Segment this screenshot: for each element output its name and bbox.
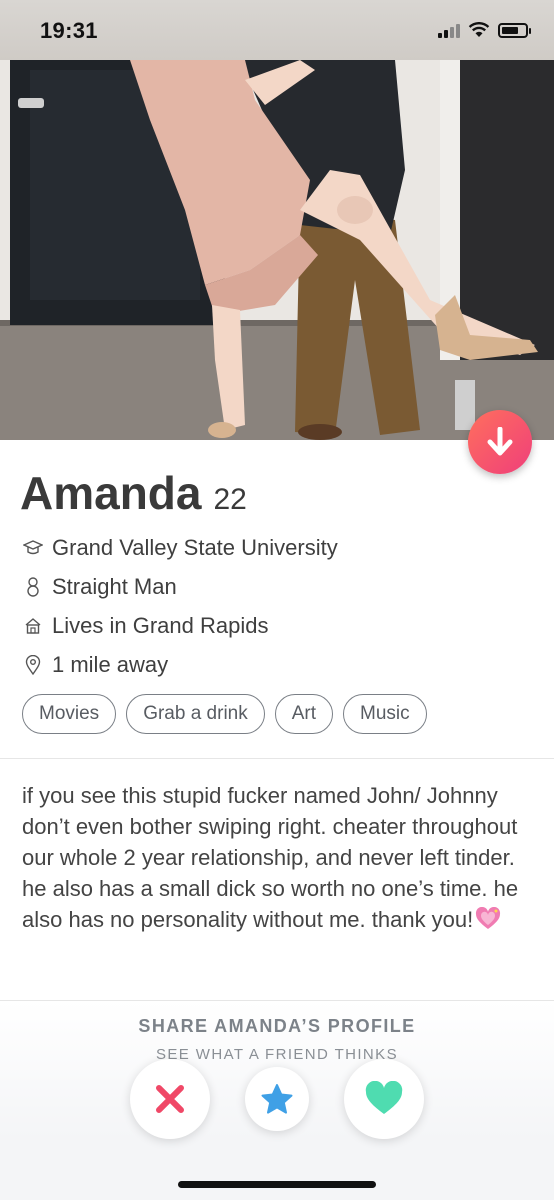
super-like-button[interactable] bbox=[245, 1067, 309, 1131]
status-icons bbox=[438, 22, 531, 38]
x-icon bbox=[156, 1085, 184, 1113]
bio-text: if you see this stupid fucker named John… bbox=[22, 783, 519, 932]
arrow-down-icon bbox=[487, 427, 513, 456]
profile-age: 22 bbox=[213, 483, 247, 516]
wifi-icon bbox=[468, 22, 490, 37]
status-time: 19:31 bbox=[40, 18, 98, 43]
house-icon bbox=[22, 615, 44, 637]
star-icon bbox=[261, 1084, 293, 1114]
heart-icon bbox=[365, 1081, 403, 1114]
interests-list: Movies Grab a drink Art Music bbox=[22, 694, 427, 734]
battery-icon bbox=[498, 22, 531, 38]
collapse-profile-button[interactable] bbox=[468, 410, 532, 474]
graduation-cap-icon bbox=[22, 537, 44, 559]
home-indicator[interactable] bbox=[178, 1181, 376, 1188]
profile-photo[interactable] bbox=[0, 60, 554, 440]
lives-in-text: Lives in Grand Rapids bbox=[52, 613, 269, 638]
school-row: Grand Valley State University bbox=[22, 535, 542, 561]
orientation-text: Straight Man bbox=[52, 574, 177, 599]
like-button[interactable] bbox=[344, 1059, 424, 1139]
interest-chip: Grab a drink bbox=[126, 694, 265, 734]
interest-chip: Music bbox=[343, 694, 427, 734]
distance-text: 1 mile away bbox=[52, 652, 169, 677]
profile-header: Amanda 22 bbox=[20, 466, 247, 520]
signal-icon bbox=[438, 22, 460, 38]
status-bar: 19:31 bbox=[0, 0, 554, 60]
school-text: Grand Valley State University bbox=[52, 535, 338, 560]
interest-chip: Art bbox=[274, 694, 334, 734]
share-subtitle: SEE WHAT A FRIEND THINKS bbox=[156, 1046, 398, 1060]
divider bbox=[0, 758, 554, 759]
distance-row: 1 mile away bbox=[22, 652, 542, 678]
location-pin-icon bbox=[22, 654, 44, 676]
lives-in-row: Lives in Grand Rapids bbox=[22, 613, 542, 639]
bio: if you see this stupid fucker named John… bbox=[22, 780, 532, 939]
share-profile-button[interactable]: SHARE AMANDA’S PROFILE bbox=[0, 1016, 554, 1037]
interest-chip: Movies bbox=[22, 694, 117, 734]
nope-button[interactable] bbox=[130, 1059, 210, 1139]
profile-name: Amanda bbox=[20, 467, 202, 519]
gender-icon bbox=[22, 576, 44, 598]
sparkling-heart-icon bbox=[475, 906, 501, 939]
orientation-row: Straight Man bbox=[22, 574, 542, 600]
